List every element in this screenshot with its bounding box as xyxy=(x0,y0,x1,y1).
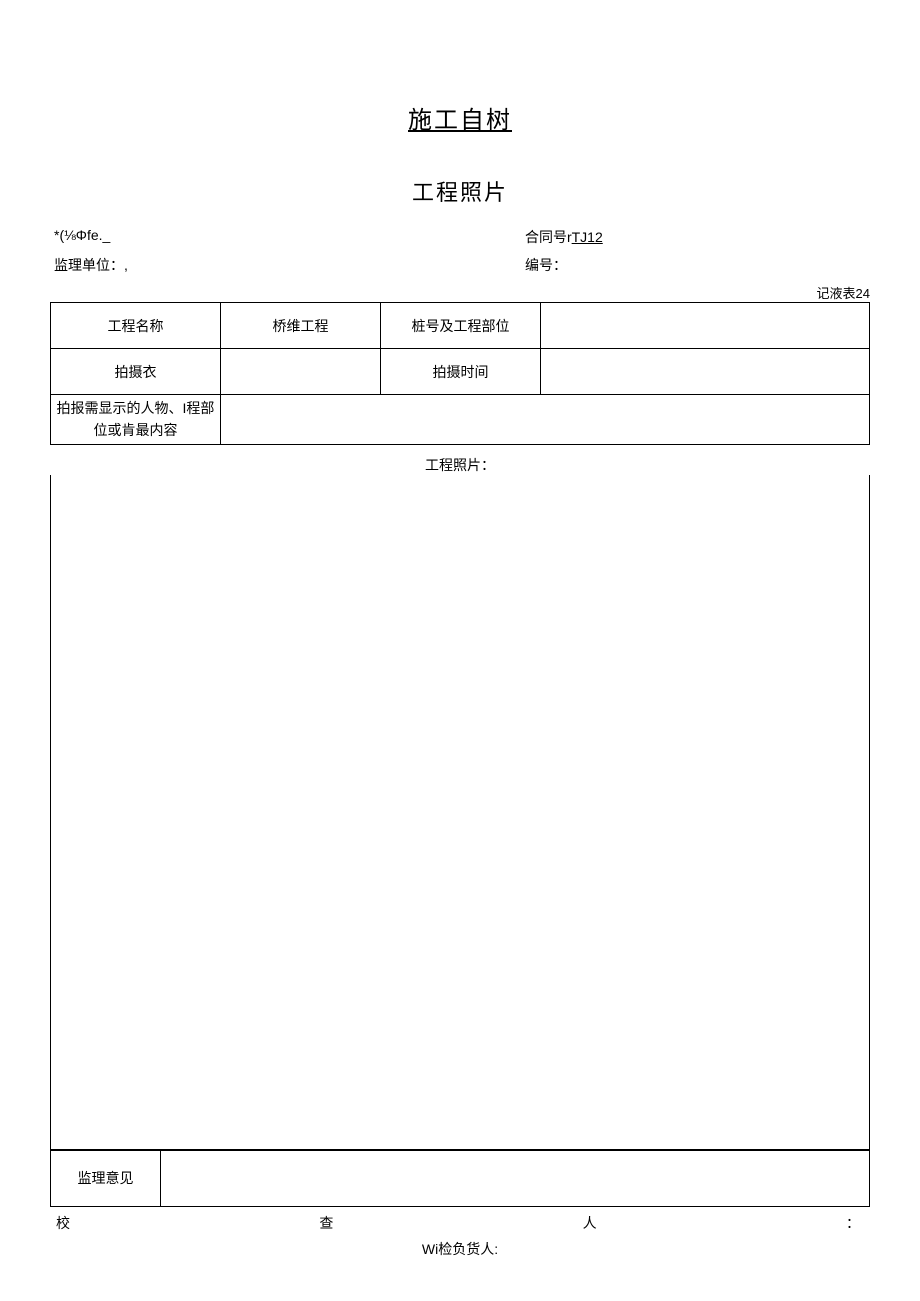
contract-label: 合同号r xyxy=(525,229,572,245)
cell-shoot-value xyxy=(221,349,381,395)
cell-pile-label: 桩号及工程部位 xyxy=(381,303,541,349)
cell-time-label: 拍摄时间 xyxy=(381,349,541,395)
footer-b: 查 xyxy=(319,1213,333,1233)
footer-line: 校 查 人 ： xyxy=(50,1213,870,1233)
opinion-table: 监理意见 xyxy=(50,1150,870,1207)
footer-a: 校 xyxy=(56,1213,70,1233)
photo-label: 工程照片： xyxy=(50,455,870,475)
contract-value: TJ12 xyxy=(572,229,603,245)
cell-content-label: 拍报需显示的人物、I程部位或肯最内容 xyxy=(51,395,221,445)
opinion-label: 监理意见 xyxy=(51,1150,161,1206)
table-row: 拍报需显示的人物、I程部位或肯最内容 xyxy=(51,395,870,445)
footer-center: Wi检负货人: xyxy=(50,1239,870,1259)
record-label: 记液表24 xyxy=(50,283,870,302)
cell-shoot-label: 拍摄衣 xyxy=(51,349,221,395)
meta-row-1: *(⅛Φfe._ 合同号rTJ12 xyxy=(50,227,870,247)
cell-project-name-value: 桥维工程 xyxy=(221,303,381,349)
cell-content-value xyxy=(221,395,870,445)
main-title: 施工自树 xyxy=(50,100,870,135)
meta-right-2: 编号： xyxy=(525,255,866,275)
table-row: 拍摄衣 拍摄时间 xyxy=(51,349,870,395)
cell-project-name-label: 工程名称 xyxy=(51,303,221,349)
meta-row-2: 监理单位：, 编号： xyxy=(50,255,870,275)
table-row: 工程名称 桥维工程 桩号及工程部位 xyxy=(51,303,870,349)
meta-left-2: 监理单位：, xyxy=(54,255,525,275)
form-table: 工程名称 桥维工程 桩号及工程部位 拍摄衣 拍摄时间 拍报需显示的人物、I程部位… xyxy=(50,302,870,445)
cell-pile-value xyxy=(541,303,870,349)
sub-title: 工程照片 xyxy=(50,175,870,207)
meta-left-1: *(⅛Φfe._ xyxy=(54,227,525,247)
opinion-value xyxy=(161,1150,870,1206)
cell-time-value xyxy=(541,349,870,395)
footer-c: 人 xyxy=(583,1213,597,1233)
meta-right-1: 合同号rTJ12 xyxy=(525,227,866,247)
photo-box xyxy=(50,475,870,1150)
footer-d: ： xyxy=(846,1213,860,1233)
table-row: 监理意见 xyxy=(51,1150,870,1206)
